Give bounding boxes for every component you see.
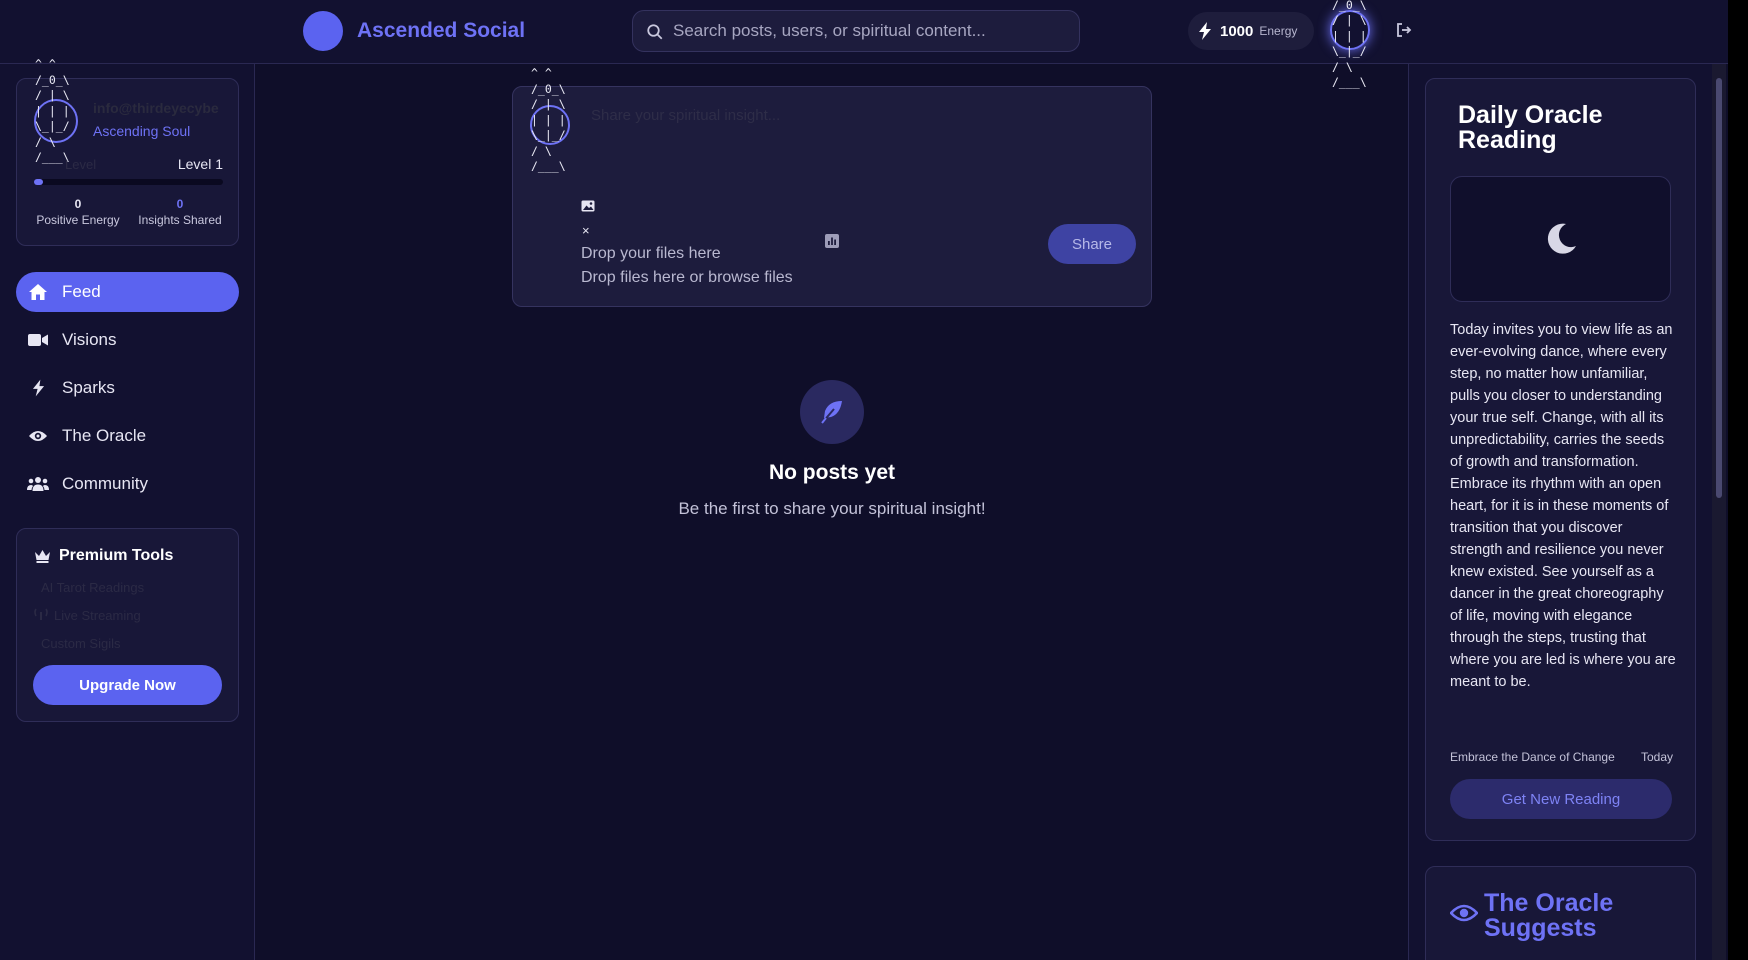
positive-energy-stat: 0 Positive Energy [32, 197, 124, 227]
post-composer: ^ ^ /_0_\ / | \ | | | \_|_/ / \ /___\ × … [512, 66, 1152, 307]
nav-item-oracle[interactable]: The Oracle [16, 416, 239, 456]
crown-icon [35, 550, 50, 563]
level-progress-fill [34, 179, 44, 185]
level-value: Level 1 [177, 156, 223, 172]
share-button[interactable]: Share [1048, 224, 1136, 264]
moon-icon [1547, 223, 1576, 254]
oracle-theme: Embrace the Dance of Change [1450, 750, 1615, 764]
premium-item-streaming: Live Streaming [54, 608, 141, 623]
brand-logo [303, 11, 343, 51]
energy-label: Energy [1259, 24, 1298, 38]
composer-avatar-art: ^ ^ /_0_\ / | \ | | | \_|_/ / \ /___\ [531, 66, 566, 173]
search-icon [647, 24, 663, 40]
premium-tools-card: Premium Tools AI Tarot Readings Live Str… [16, 528, 239, 722]
daily-oracle-card: Daily Oracle Reading Today invites you t… [1425, 78, 1696, 841]
left-sidebar: ^ ^ /_0_\ / | \ | | | \_|_/ / \ /___\ in… [0, 57, 255, 960]
empty-feed-subtitle: Be the first to share your spiritual ins… [678, 499, 986, 518]
close-icon[interactable]: × [582, 223, 590, 238]
level-progress-bar [34, 179, 223, 185]
feather-icon [800, 380, 864, 444]
energy-badge: 1000 Energy [1188, 12, 1314, 50]
nav-label-community: Community [62, 474, 148, 493]
oracle-title: Daily Oracle Reading [1458, 101, 1603, 154]
profile-avatar-art: ^ ^ /_0_\ / | \ | | | \_|_/ / \ /___\ [35, 57, 70, 164]
bolt-icon [1199, 22, 1211, 40]
users-icon [27, 474, 49, 494]
search-input[interactable] [673, 21, 1079, 41]
empty-feed-title: No posts yet [768, 461, 896, 484]
right-sidebar: Daily Oracle Reading Today invites you t… [1408, 64, 1712, 960]
oracle-suggests-card: The Oracle Suggests [1425, 866, 1696, 960]
nav-item-visions[interactable]: Visions [16, 320, 239, 360]
get-new-reading-button[interactable]: Get New Reading [1450, 779, 1672, 819]
top-header: Ascended Social 1000 Energy ^ ^ /_0_\ / … [0, 0, 1728, 89]
window-edge [1728, 0, 1748, 960]
brand[interactable]: Ascended Social [303, 11, 525, 51]
positive-energy-value: 0 [74, 197, 82, 211]
brand-name: Ascended Social [357, 19, 526, 42]
drop-zone-title[interactable]: Drop your files here [581, 245, 721, 263]
insights-shared-value: 0 [176, 197, 184, 211]
main-nav: Feed Visions Sparks The Oracle Community [16, 272, 239, 512]
header-avatar-art: ^ ^ /_0_\ / | \ | | | \_|_/ / \ /___\ [1332, 0, 1367, 89]
energy-value: 1000 [1220, 22, 1254, 40]
positive-energy-label: Positive Energy [36, 213, 120, 227]
insights-shared-stat: 0 Insights Shared [130, 197, 230, 227]
insights-shared-label: Insights Shared [138, 213, 222, 227]
drop-zone-subtitle[interactable]: Drop files here or browse files [581, 269, 793, 287]
nav-label-sparks: Sparks [62, 378, 115, 397]
nav-item-community[interactable]: Community [16, 464, 239, 504]
logout-icon[interactable] [1396, 22, 1412, 38]
nav-item-sparks[interactable]: Sparks [16, 368, 239, 408]
scrollbar[interactable] [1712, 64, 1726, 960]
bolt-icon [27, 378, 49, 398]
upgrade-button[interactable]: Upgrade Now [33, 665, 222, 705]
profile-card: ^ ^ /_0_\ / | \ | | | \_|_/ / \ /___\ in… [16, 57, 239, 246]
post-input[interactable] [591, 107, 1111, 167]
nav-label-feed: Feed [62, 282, 101, 301]
eye-icon [27, 426, 49, 446]
level-label: Level [65, 157, 97, 172]
antenna-icon [33, 608, 49, 623]
image-icon[interactable] [581, 200, 595, 212]
scrollbar-thumb[interactable] [1716, 78, 1722, 498]
premium-item-tarot: AI Tarot Readings [41, 580, 145, 595]
video-icon [27, 330, 49, 350]
oracle-image [1450, 176, 1671, 302]
profile-rank: Ascending Soul [93, 123, 191, 139]
oracle-date: Today [1640, 750, 1673, 764]
home-icon [27, 282, 49, 302]
nav-label-visions: Visions [62, 330, 117, 349]
profile-email: info@thirdeyecybe [93, 100, 219, 116]
search-bar [632, 10, 1080, 52]
oracle-suggests-title: The Oracle Suggests [1484, 889, 1614, 942]
nav-label-oracle: The Oracle [62, 426, 147, 445]
eye-icon [1450, 904, 1478, 922]
premium-item-sigils: Custom Sigils [41, 636, 121, 651]
premium-title: Premium Tools [59, 547, 174, 564]
nav-item-feed[interactable]: Feed [16, 272, 239, 312]
poll-icon[interactable] [825, 234, 839, 248]
oracle-reading-text: Today invites you to view life as an eve… [1450, 322, 1676, 690]
